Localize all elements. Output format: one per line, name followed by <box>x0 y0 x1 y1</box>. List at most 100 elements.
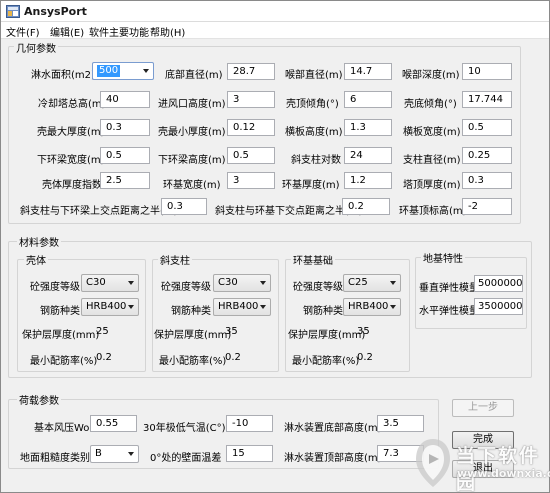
ring-beam-height-input[interactable]: 0.5 <box>227 147 275 164</box>
label-ring-base-thickness: 环基厚度(m) <box>282 180 340 191</box>
app-icon <box>6 5 20 18</box>
throat-depth-input[interactable]: 10 <box>462 63 512 80</box>
label-bottom-angle: 壳底倾角(°) <box>404 99 457 110</box>
column-ring-beam-half-input[interactable]: 0.3 <box>161 198 207 215</box>
chevron-down-icon <box>128 281 134 285</box>
label-top-angle: 壳顶倾角(°) <box>286 99 339 110</box>
roughness-select[interactable]: B <box>90 445 139 463</box>
column-diameter-input[interactable]: 0.25 <box>462 147 512 164</box>
top-thickness-input[interactable]: 0.3 <box>462 172 512 189</box>
ring-base-concrete-select[interactable]: C25 <box>343 274 401 292</box>
chevron-down-icon <box>260 305 266 309</box>
title-bar: AnsysPort <box>1 1 549 22</box>
chevron-down-icon <box>260 281 266 285</box>
material-group-title: 材料参数 <box>17 234 61 249</box>
shell-rebar-select[interactable]: HRB400 <box>81 298 139 316</box>
bottom-diameter-input[interactable]: 28.7 <box>227 63 275 80</box>
ring-base-ratio-value[interactable]: 0.2 <box>357 352 373 363</box>
bottom-angle-input[interactable]: 17.744 <box>462 91 512 108</box>
low-temp-input[interactable]: -10 <box>226 415 273 432</box>
prev-step-button[interactable]: 上一步 <box>452 399 514 417</box>
label-top-thickness: 塔顶厚度(m) <box>403 180 461 191</box>
ring-beam-width-input[interactable]: 0.5 <box>100 147 150 164</box>
min-thickness-input[interactable]: 0.12 <box>227 119 275 136</box>
ring-base-rebar-label: 钢筋种类 <box>303 306 343 317</box>
ring-base-thickness-input[interactable]: 1.2 <box>344 172 392 189</box>
watermark: 当下软件园 www.downxia.com <box>413 437 550 493</box>
column-concrete-label: 砼强度等级 <box>161 282 211 293</box>
label-throat-diameter: 喉部直径(m) <box>285 70 343 81</box>
ring-base-cover-label: 保护层厚度(mm) <box>288 330 366 341</box>
column-ring-base-half-input[interactable]: 0.2 <box>342 198 390 215</box>
menu-bar: 文件(F) 编辑(E) 软件主要功能 帮助(H) <box>1 22 549 39</box>
main-window: AnsysPort 文件(F) 编辑(E) 软件主要功能 帮助(H) 几何参数 … <box>0 0 550 493</box>
tower-height-input[interactable]: 40 <box>100 91 150 108</box>
column-pairs-input[interactable]: 24 <box>344 147 392 164</box>
watermark-logo-icon <box>416 439 450 487</box>
column-rebar-label: 钢筋种类 <box>171 306 211 317</box>
column-cover-value[interactable]: 35 <box>225 326 238 337</box>
max-thickness-input[interactable]: 0.3 <box>100 119 150 136</box>
column-ratio-label: 最小配筋率(%) <box>159 356 227 367</box>
label-min-thickness: 壳最小厚度(m) <box>158 127 226 138</box>
menu-file[interactable]: 文件(F) <box>6 24 40 39</box>
load-group-title: 荷载参数 <box>17 392 61 407</box>
column-concrete-select[interactable]: C30 <box>213 274 271 292</box>
ring-base-ratio-label: 最小配筋率(%) <box>292 356 360 367</box>
label-column-pairs: 斜支柱对数 <box>291 155 341 166</box>
label-plate-width: 横板宽度(m) <box>403 127 461 138</box>
column-ratio-value[interactable]: 0.2 <box>225 352 241 363</box>
ring-base-concrete-label: 砼强度等级 <box>293 282 343 293</box>
ring-base-rebar-select[interactable]: HRB400 <box>343 298 401 316</box>
label-bottom-diameter: 底部直径(m) <box>165 70 223 81</box>
ring-base-elevation-input[interactable]: -2 <box>462 198 512 215</box>
label-ring-base-width: 环基宽度(m) <box>163 180 221 191</box>
shell-rebar-label: 钢筋种类 <box>40 306 80 317</box>
column-rebar-select[interactable]: HRB400 <box>213 298 271 316</box>
label-max-thickness: 壳最大厚度(m) <box>37 127 105 138</box>
pool-top-label: 淋水装置顶部高度(m) <box>284 453 382 464</box>
label-inlet-height: 进风口高度(m) <box>158 99 226 110</box>
pool-bottom-label: 淋水装置底部高度(m) <box>284 423 382 434</box>
wall-temp-label: 0°处的壁面温差 <box>150 453 222 464</box>
label-ring-beam-width: 下环梁宽度(m) <box>37 155 105 166</box>
wind-pressure-input[interactable]: 0.55 <box>90 415 137 432</box>
shell-cover-value[interactable]: 25 <box>96 326 109 337</box>
vertical-modulus-input[interactable]: 50000000 <box>474 275 523 292</box>
thickness-index-input[interactable]: 2.5 <box>100 172 150 189</box>
ring-base-cover-value[interactable]: 35 <box>357 326 370 337</box>
menu-edit[interactable]: 编辑(E) <box>50 24 84 39</box>
label-plate-height: 横板高度(m) <box>285 127 343 138</box>
wind-pressure-label: 基本风压Wo <box>34 423 90 434</box>
shower-area-select[interactable]: 500 <box>92 62 154 80</box>
plate-width-input[interactable]: 0.5 <box>462 119 512 136</box>
ring-base-width-input[interactable]: 3 <box>227 172 275 189</box>
shell-concrete-label: 砼强度等级 <box>30 282 80 293</box>
plate-height-input[interactable]: 1.3 <box>344 119 392 136</box>
horizontal-modulus-input[interactable]: 35000000 <box>474 298 523 315</box>
label-throat-depth: 喉部深度(m) <box>402 70 460 81</box>
window-title: AnsysPort <box>24 5 87 18</box>
column-cover-label: 保护层厚度(mm) <box>154 330 232 341</box>
watermark-url: www.downxia.com <box>457 467 550 480</box>
throat-diameter-input[interactable]: 14.7 <box>344 63 392 80</box>
geometry-group-title: 几何参数 <box>14 40 58 55</box>
pool-bottom-input[interactable]: 3.5 <box>377 415 424 432</box>
shell-concrete-select[interactable]: C30 <box>81 274 139 292</box>
menu-main-functions[interactable]: 软件主要功能 <box>89 24 149 39</box>
label-column-ring-beam-half: 斜支柱与下环梁上交点距离之半(m) <box>20 206 178 217</box>
shell-ratio-value[interactable]: 0.2 <box>96 352 112 363</box>
chevron-down-icon <box>390 305 396 309</box>
roughness-label: 地面粗糙度类别 <box>20 453 90 464</box>
column-panel-title: 斜支柱 <box>158 252 192 267</box>
menu-help[interactable]: 帮助(H) <box>150 24 185 39</box>
top-angle-input[interactable]: 6 <box>344 91 392 108</box>
label-ring-beam-height: 下环梁高度(m) <box>158 155 226 166</box>
low-temp-label: 30年极低气温(C°) <box>143 423 226 434</box>
wall-temp-input[interactable]: 15 <box>226 445 273 462</box>
inlet-height-input[interactable]: 3 <box>227 91 275 108</box>
shell-ratio-label: 最小配筋率(%) <box>30 356 98 367</box>
chevron-down-icon <box>128 305 134 309</box>
label-column-diameter: 支柱直径(m) <box>403 155 461 166</box>
label-column-ring-base-half: 斜支柱与环基下交点距离之半(m) <box>215 206 363 217</box>
